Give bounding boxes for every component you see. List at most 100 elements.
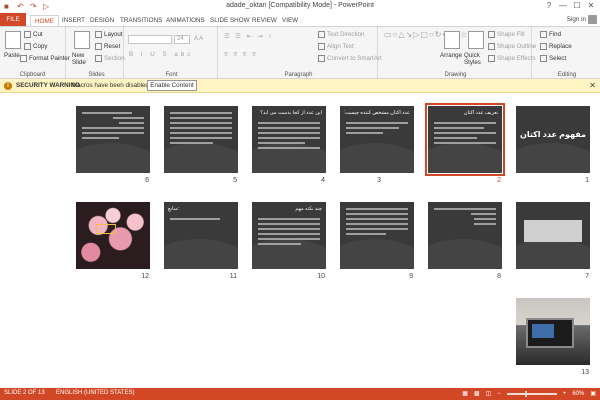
reset-button[interactable]: Reset [95, 43, 120, 50]
text-direction-icon [318, 31, 325, 38]
slide-title: منابع: [168, 206, 180, 212]
slide-thumbnail-11[interactable]: منابع: [164, 202, 238, 269]
slide-number: 4 [321, 177, 325, 184]
font-name-box[interactable] [128, 35, 172, 44]
slides-label: Slides [88, 72, 105, 78]
slide-thumbnail-12[interactable] [76, 202, 150, 269]
language-indicator[interactable]: ENGLISH (UNITED STATES) [56, 390, 134, 396]
quick-styles-icon[interactable] [468, 31, 484, 49]
view-normal-icon[interactable]: ▦ [462, 390, 468, 397]
ribbon: Paste Cut Copy Format Painter Clipboard … [0, 26, 600, 79]
tab-view[interactable]: VIEW [282, 15, 298, 26]
enable-content-button[interactable]: Enable Content [147, 80, 197, 91]
new-slide-button[interactable]: New Slide [72, 52, 94, 66]
slide-number: 13 [581, 369, 589, 376]
slide-title: عدد اکتان مشخص کننده چیست؟ [344, 110, 410, 116]
font-size-box[interactable]: 24 [174, 35, 190, 44]
slide-number: 12 [141, 273, 149, 280]
tab-review[interactable]: REVIEW [252, 15, 277, 26]
grow-font-icon[interactable]: A A [194, 35, 203, 42]
slide-thumbnail-13[interactable] [516, 298, 590, 365]
format-painter-button[interactable]: Format Painter [20, 55, 70, 62]
shape-outline-button[interactable]: Shape Outline [488, 43, 536, 50]
sign-in-link[interactable]: Sign in [567, 16, 586, 23]
tab-animations[interactable]: ANIMATIONS [166, 15, 205, 26]
avatar[interactable] [588, 15, 597, 24]
slide-table [524, 220, 582, 242]
slide-thumbnail-3[interactable]: عدد اکتان مشخص کننده چیست؟ [340, 106, 414, 173]
shapes-gallery[interactable]: ▭○△↘▷▢○↻➡◯☆□ [384, 30, 473, 40]
slide-thumbnail-10[interactable]: چند نکته مهم [252, 202, 326, 269]
status-right: ▦ ▩ ◫ − + 60% ▣ [462, 390, 596, 397]
close-icon[interactable]: ✕ [589, 81, 596, 90]
find-label: Find [549, 31, 562, 39]
find-button[interactable]: Find [540, 31, 561, 38]
security-heading: SECURITY WARNING [16, 82, 80, 89]
slide-number: 6 [145, 177, 149, 184]
align-text-button[interactable]: Align Text [318, 43, 354, 50]
slide-thumbnail-8[interactable] [428, 202, 502, 269]
arrange-button[interactable]: Arrange [440, 52, 462, 59]
shape-effects-label: Shape Effects [497, 55, 536, 63]
tab-design[interactable]: DESIGN [90, 15, 114, 26]
shape-effects-button[interactable]: Shape Effects [488, 55, 535, 62]
help-icon[interactable]: ? [542, 0, 556, 12]
replace-label: Replace [549, 43, 572, 51]
tab-transitions[interactable]: TRANSITIONS [120, 15, 162, 26]
shape-fill-button[interactable]: Shape Fill [488, 31, 525, 38]
replace-button[interactable]: Replace [540, 43, 572, 50]
editing-group: Find Replace Select Editing [534, 27, 600, 79]
maximize-icon[interactable]: ☐ [570, 0, 584, 12]
zoom-out-icon[interactable]: − [497, 391, 501, 397]
select-button[interactable]: Select [540, 55, 566, 62]
layout-icon [95, 31, 102, 38]
slide-thumbnail-2[interactable]: تعریف عدد اکتان [425, 103, 505, 176]
zoom-slider[interactable] [506, 390, 557, 397]
cut-button[interactable]: Cut [24, 31, 43, 38]
paste-button[interactable]: Paste [4, 52, 20, 59]
copy-label: Copy [33, 43, 48, 51]
slide-thumbnail-1[interactable]: مفهوم عدد اکتان [516, 106, 590, 173]
slide-thumbnail-9[interactable] [340, 202, 414, 269]
slide-number: 9 [409, 273, 413, 280]
status-bar: SLIDE 2 OF 13 ENGLISH (UNITED STATES) ▦ … [0, 388, 600, 400]
slide-number: 7 [585, 273, 589, 280]
close-icon[interactable]: ✕ [584, 0, 598, 12]
slide-body-text [434, 208, 496, 228]
tab-slide-show[interactable]: SLIDE SHOW [210, 15, 250, 26]
minimize-icon[interactable]: — [556, 0, 570, 12]
convert-smartart-button[interactable]: Convert to SmartArt [318, 55, 382, 62]
view-sorter-icon[interactable]: ▩ [474, 390, 480, 397]
slide-thumbnail-7[interactable] [516, 202, 590, 269]
align-icon[interactable]: ≡ ≡ ≡ ≡ [224, 51, 258, 58]
bullets-icon[interactable]: ☰ ☰ ⇤ ⇥ ↕ [224, 33, 273, 40]
arrange-icon[interactable] [444, 31, 460, 49]
new-slide-icon[interactable] [74, 31, 90, 49]
slide-body-text [258, 218, 320, 248]
quick-styles-button[interactable]: Quick Styles [464, 52, 486, 66]
slide-body-text [82, 112, 144, 142]
text-direction-button[interactable]: Text Direction [318, 31, 364, 38]
zoom-in-icon[interactable]: + [563, 391, 567, 397]
slide-body-text [434, 122, 496, 147]
zoom-level[interactable]: 60% [572, 391, 584, 397]
tab-home[interactable]: HOME [30, 15, 59, 26]
tab-file[interactable]: FILE [0, 13, 26, 26]
slide-thumbnail-4[interactable]: این عدد از کجا بدست می آید؟ [252, 106, 326, 173]
paste-icon[interactable] [5, 31, 21, 49]
slides-group: New Slide Layout Reset Section Slides [70, 27, 125, 79]
view-reading-icon[interactable]: ◫ [486, 390, 492, 397]
security-message: Macros have been disabled. [72, 82, 151, 89]
tab-insert[interactable]: INSERT [62, 15, 85, 26]
font-format-buttons[interactable]: B I U S abc [129, 51, 193, 58]
fit-slide-icon[interactable]: ▣ [590, 390, 596, 397]
section-button[interactable]: Section [95, 55, 125, 62]
slide-thumbnail-6[interactable] [76, 106, 150, 173]
slide-body-text [258, 122, 320, 152]
slide-thumbnail-5[interactable] [164, 106, 238, 173]
slide-title: این عدد از کجا بدست می آید؟ [260, 110, 322, 116]
fill-icon [488, 31, 495, 38]
copy-button[interactable]: Copy [24, 43, 47, 50]
slide-number: 1 [585, 177, 589, 184]
layout-button[interactable]: Layout [95, 31, 123, 38]
